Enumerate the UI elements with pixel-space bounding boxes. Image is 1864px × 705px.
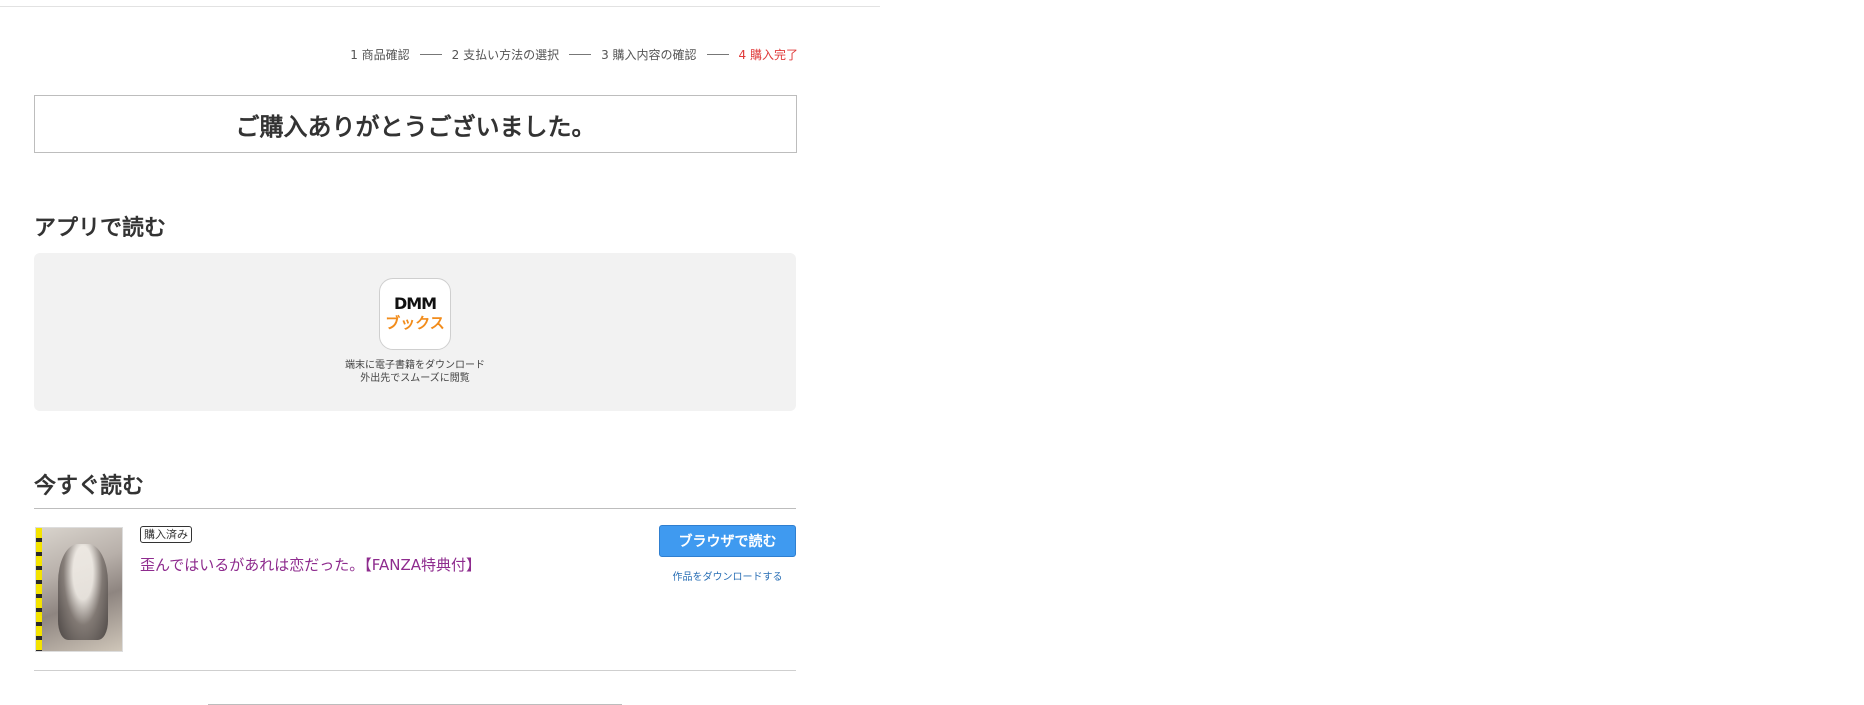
step-1: 1 商品確認 [350,48,410,62]
app-panel: DMM ブックス 端末に電子書籍をダウンロード 外出先でスムーズに閲覧 [34,253,796,411]
cover-figure [58,544,108,640]
step-separator [706,54,729,55]
app-caption-line1: 端末に電子書籍をダウンロード [345,360,485,371]
step-separator [569,54,592,55]
step-separator [419,54,442,55]
top-divider [0,6,880,7]
thank-you-banner: ご購入ありがとうございました。 [34,95,797,153]
app-section-title: アプリで読む [34,216,167,241]
read-now-section-title: 今すぐ読む [34,474,145,499]
purchased-badge: 購入済み [140,526,192,543]
purchase-steps: 1 商品確認 2 支払い方法の選択 3 購入内容の確認 4 購入完了 [350,46,798,63]
app-caption-line2: 外出先でスムーズに閲覧 [360,373,470,384]
download-work-link[interactable]: 作品をダウンロードする [659,568,796,583]
read-now-divider [34,508,796,509]
step-4-current: 4 購入完了 [738,48,798,62]
app-caption: 端末に電子書籍をダウンロード 外出先でスムーズに閲覧 [34,359,796,385]
item-bottom-divider [34,670,796,671]
dmm-books-app-icon[interactable]: DMM ブックス [379,278,451,350]
book-cover-image[interactable] [35,527,123,652]
thank-you-message: ご購入ありがとうございました。 [235,112,596,141]
step-3: 3 購入内容の確認 [601,48,697,62]
step-2: 2 支払い方法の選択 [451,48,560,62]
cover-stripe [36,528,42,651]
read-in-browser-button[interactable]: ブラウザで読む [659,525,796,557]
book-title-link[interactable]: 歪んではいるがあれは恋だった。【FANZA特典付】 [140,554,481,575]
app-logo-bottom: ブックス [385,314,445,332]
app-logo-top: DMM [393,294,437,313]
